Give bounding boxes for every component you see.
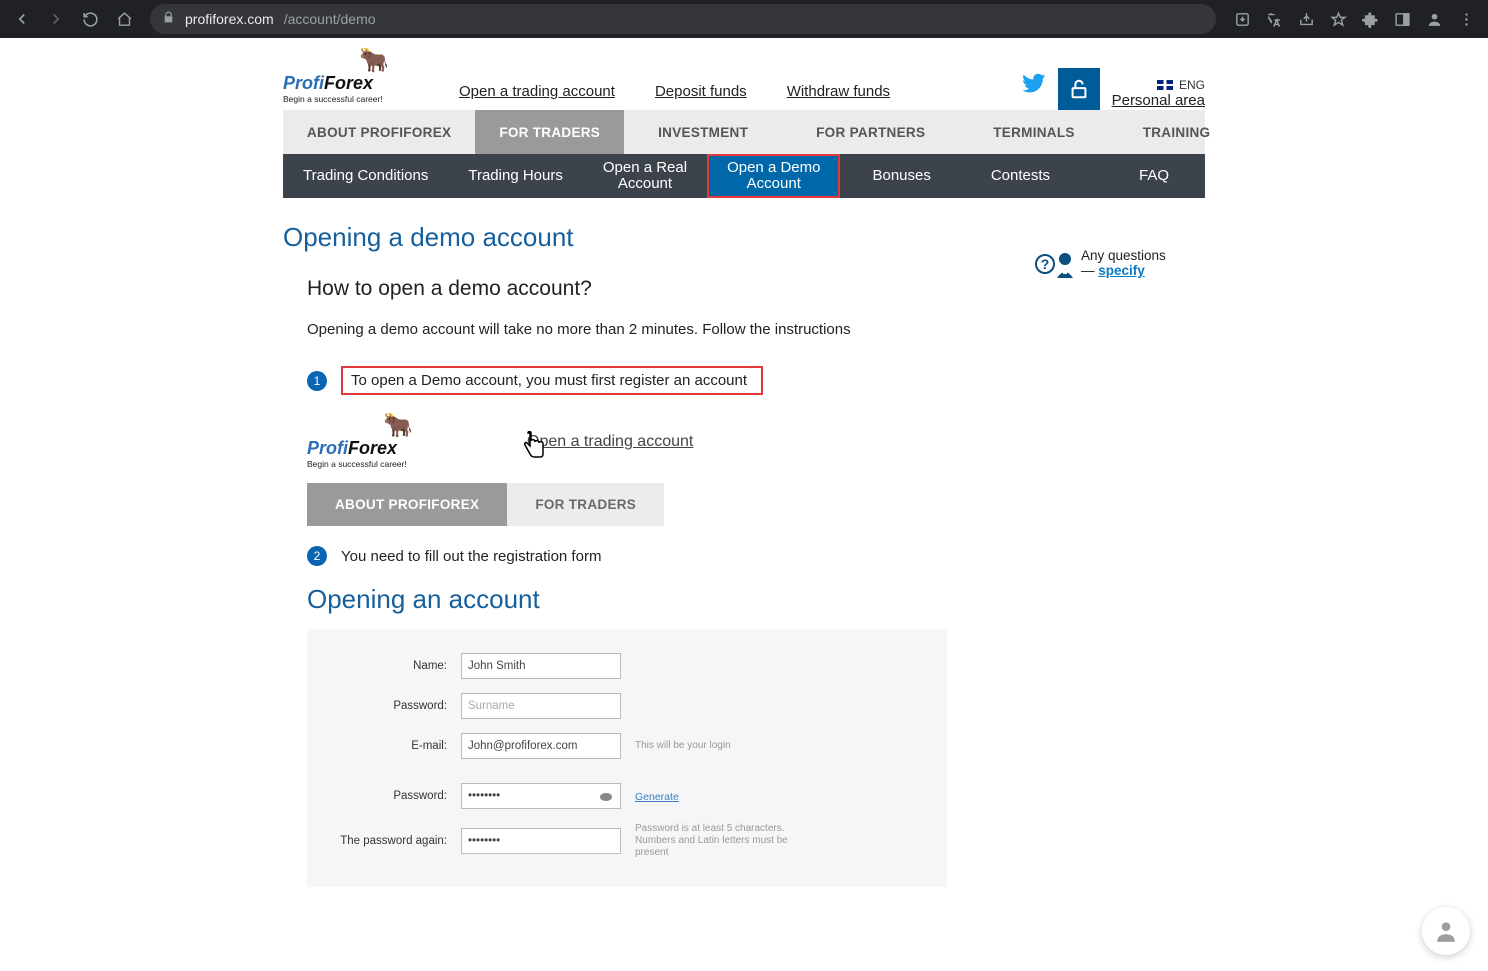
page-viewport[interactable]: 🐂 ProfiForex Begin a successful career! …	[0, 38, 1488, 971]
subnav-open-demo[interactable]: Open a Demo Account	[707, 154, 840, 198]
subnav-bonuses[interactable]: Bonuses	[840, 154, 962, 198]
illustration-header: 🐂 ProfiForex Begin a successful career! …	[307, 409, 1205, 526]
bookmark-star-icon[interactable]	[1324, 5, 1352, 33]
questions-line1: Any questions	[1081, 248, 1166, 263]
extensions-icon[interactable]	[1356, 5, 1384, 33]
browser-toolbar: profiforex.com/account/demo	[0, 0, 1488, 38]
uk-flag-icon	[1157, 80, 1173, 90]
lock-icon	[162, 11, 175, 27]
illustration-tabs: ABOUT PROFIFOREX FOR TRADERS	[307, 483, 1205, 526]
profile-icon[interactable]	[1420, 5, 1448, 33]
form-name-input: John Smith	[461, 653, 621, 679]
registration-form-illustration: Name: John Smith Password: Surname E-mai…	[307, 629, 947, 887]
page-subtitle: How to open a demo account?	[307, 277, 1205, 301]
main-nav: ABOUT PROFIFOREX FOR TRADERS INVESTMENT …	[283, 110, 1205, 154]
opening-account-heading: Opening an account	[307, 584, 1205, 615]
subnav-open-real[interactable]: Open a Real Account	[583, 154, 707, 198]
step-1-badge: 1	[307, 371, 327, 391]
questions-icon: ?	[1035, 248, 1075, 278]
logo-text-a: Profi	[283, 73, 324, 93]
side-panel-icon[interactable]	[1388, 5, 1416, 33]
lock-badge-icon[interactable]	[1058, 68, 1100, 110]
twitter-icon[interactable]	[1022, 71, 1058, 110]
form-password2-input: ••••••••	[461, 828, 621, 854]
language-selector[interactable]: ENG	[1112, 78, 1205, 92]
step-1-text: To open a Demo account, you must first r…	[341, 366, 763, 395]
share-icon[interactable]	[1292, 5, 1320, 33]
url-path: /account/demo	[284, 11, 376, 27]
logo[interactable]: 🐂 ProfiForex Begin a successful career!	[283, 44, 443, 110]
header-links: Open a trading account Deposit funds Wit…	[459, 83, 890, 110]
svg-text:?: ?	[1041, 256, 1050, 272]
illustration-tab-traders: FOR TRADERS	[507, 483, 664, 526]
reload-button[interactable]	[76, 5, 104, 33]
subnav-contests[interactable]: Contests	[963, 154, 1078, 198]
kebab-menu-icon[interactable]	[1452, 5, 1480, 33]
home-button[interactable]	[110, 5, 138, 33]
page-lead: Opening a demo account will take no more…	[307, 321, 1205, 338]
form-generate-link: Generate	[635, 791, 679, 803]
subnav-faq[interactable]: FAQ	[1103, 154, 1205, 198]
tab-for-traders[interactable]: FOR TRADERS	[475, 110, 624, 154]
url-host: profiforex.com	[185, 11, 274, 27]
form-password-hint: Password is at least 5 characters. Numbe…	[635, 823, 815, 859]
illustration-tab-about: ABOUT PROFIFOREX	[307, 483, 507, 526]
chat-avatar-button[interactable]	[1422, 907, 1470, 955]
step-2-text: You need to fill out the registration fo…	[341, 548, 601, 565]
address-bar[interactable]: profiforex.com/account/demo	[150, 4, 1216, 34]
tab-investment[interactable]: INVESTMENT	[624, 110, 782, 154]
subnav-hours[interactable]: Trading Hours	[448, 154, 582, 198]
bull-icon: 🐂	[383, 411, 413, 440]
cursor-hand-icon	[521, 431, 547, 466]
form-surname-label: Password:	[337, 700, 447, 712]
form-surname-input: Surname	[461, 693, 621, 719]
tab-training[interactable]: TRAINING	[1109, 110, 1245, 154]
illustration-open-link: Open a trading account	[527, 433, 693, 450]
tab-terminals[interactable]: TERMINALS	[959, 110, 1108, 154]
subnav-conditions[interactable]: Trading Conditions	[283, 154, 448, 198]
step-1-row: 1 To open a Demo account, you must first…	[307, 366, 1205, 395]
tab-about[interactable]: ABOUT PROFIFOREX	[283, 110, 475, 154]
install-app-icon[interactable]	[1228, 5, 1256, 33]
form-email-label: E-mail:	[337, 740, 447, 752]
logo-text-b: Forex	[324, 73, 373, 93]
logo-tagline: Begin a successful career!	[283, 94, 443, 104]
questions-specify-link[interactable]: specify	[1098, 263, 1145, 278]
form-password-input: ••••••••	[461, 783, 621, 809]
form-email-hint: This will be your login	[635, 740, 815, 752]
link-deposit[interactable]: Deposit funds	[655, 83, 747, 100]
site-header: 🐂 ProfiForex Begin a successful career! …	[283, 38, 1205, 110]
forward-button[interactable]	[42, 5, 70, 33]
form-password-label: Password:	[337, 790, 447, 802]
questions-widget: ? Any questions — specify	[1035, 248, 1205, 278]
step-2-badge: 2	[307, 546, 327, 566]
form-name-label: Name:	[337, 660, 447, 672]
link-withdraw[interactable]: Withdraw funds	[787, 83, 890, 100]
tab-for-partners[interactable]: FOR PARTNERS	[782, 110, 959, 154]
illustration-logo: 🐂 ProfiForex Begin a successful career!	[307, 409, 467, 475]
translate-icon[interactable]	[1260, 5, 1288, 33]
language-label: ENG	[1179, 78, 1205, 92]
step-2-row: 2 You need to fill out the registration …	[307, 546, 1205, 566]
back-button[interactable]	[8, 5, 36, 33]
bull-icon: 🐂	[359, 46, 389, 75]
sub-nav: Trading Conditions Trading Hours Open a …	[283, 154, 1205, 198]
form-password2-label: The password again:	[337, 835, 447, 847]
form-email-input: John@profiforex.com	[461, 733, 621, 759]
link-open-trading[interactable]: Open a trading account	[459, 83, 615, 100]
link-personal-area[interactable]: Personal area	[1112, 92, 1205, 109]
